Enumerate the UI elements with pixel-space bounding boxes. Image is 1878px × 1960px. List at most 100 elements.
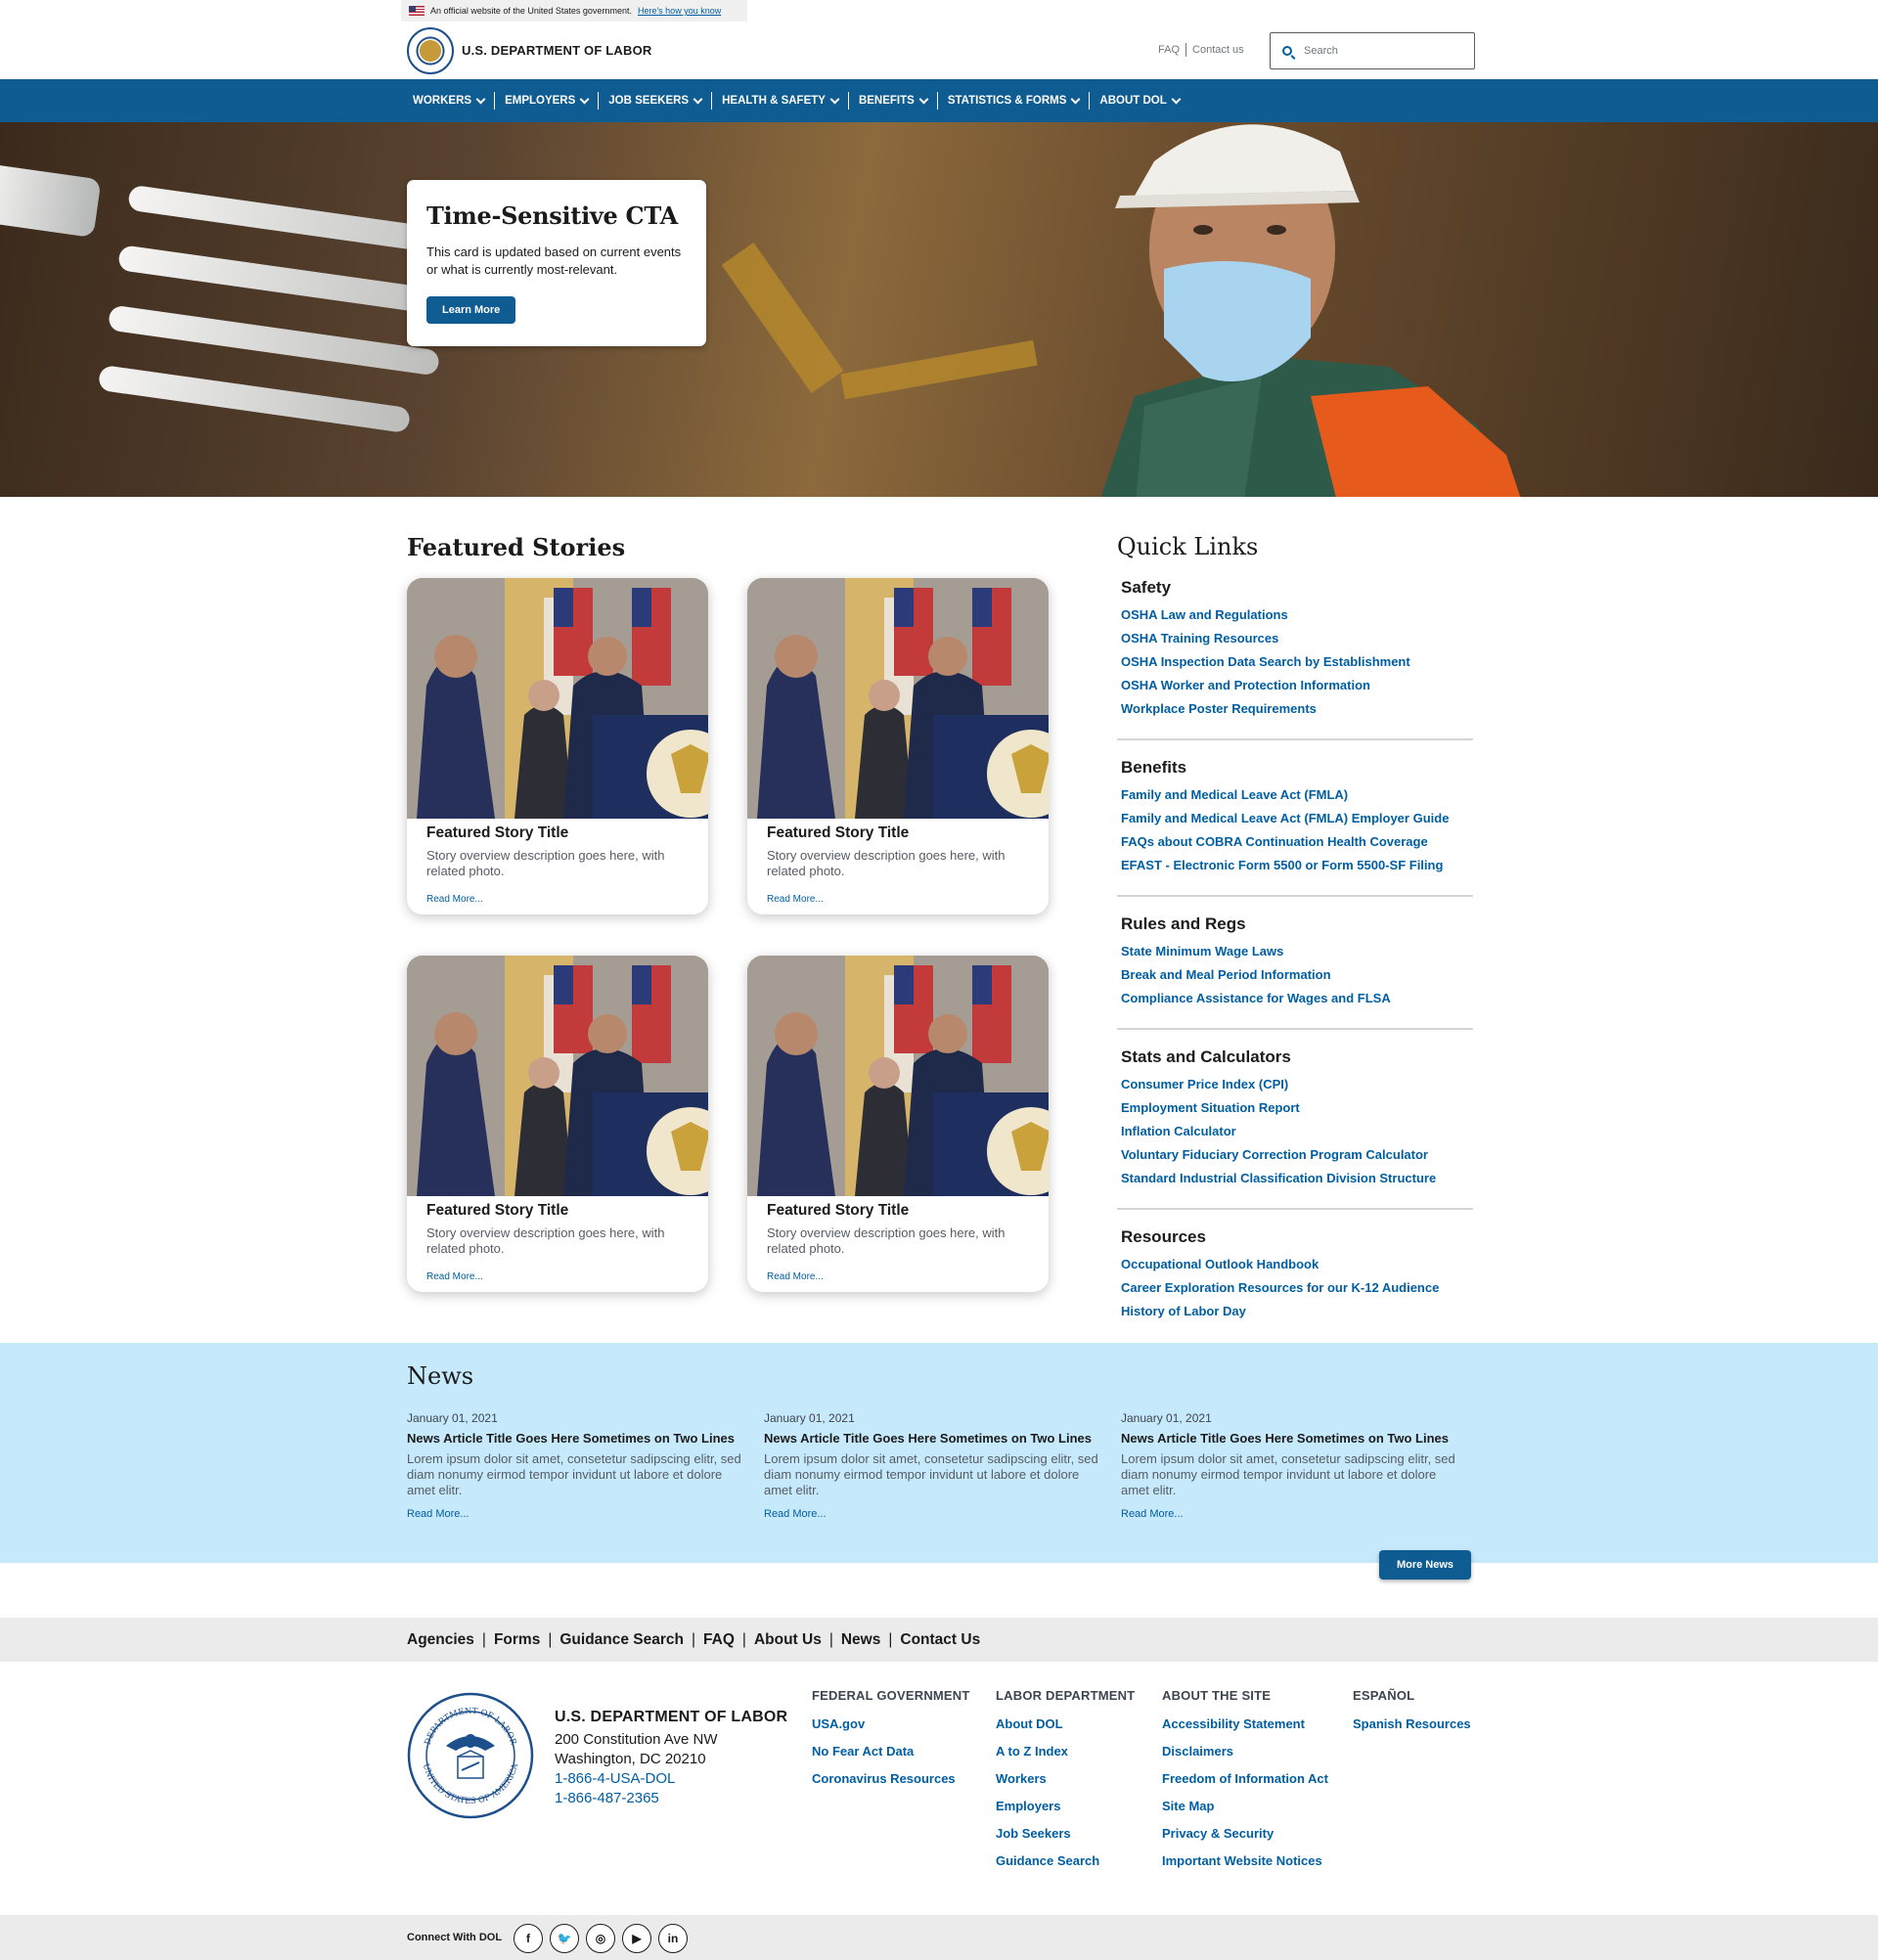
dol-logo-seal[interactable] bbox=[407, 27, 454, 74]
quick-link[interactable]: History of Labor Day bbox=[1121, 1300, 1469, 1323]
footer-bar-link-about-us[interactable]: About Us bbox=[748, 1631, 827, 1649]
quick-link[interactable]: Career Exploration Resources for our K-1… bbox=[1121, 1276, 1469, 1300]
story-title: Featured Story Title bbox=[426, 824, 569, 841]
story-title: Featured Story Title bbox=[767, 824, 910, 841]
instagram-icon[interactable]: ◎ bbox=[586, 1924, 615, 1953]
search-icon[interactable] bbox=[1282, 46, 1292, 56]
footer-link[interactable]: Important Website Notices bbox=[1162, 1848, 1328, 1875]
footer-bar-link-faq[interactable]: FAQ bbox=[697, 1631, 740, 1649]
quick-links-section-title: Stats and Calculators bbox=[1121, 1047, 1291, 1066]
news-title[interactable]: News Article Title Goes Here Sometimes o… bbox=[764, 1431, 1106, 1447]
quick-link[interactable]: Break and Meal Period Information bbox=[1121, 963, 1469, 987]
read-more-link[interactable]: Read More... bbox=[767, 894, 824, 905]
news-item: January 01, 2021 News Article Title Goes … bbox=[1121, 1411, 1463, 1522]
quick-link[interactable]: Standard Industrial Classification Divis… bbox=[1121, 1167, 1469, 1190]
quick-link[interactable]: Employment Situation Report bbox=[1121, 1096, 1469, 1120]
news-date: January 01, 2021 bbox=[407, 1411, 498, 1425]
footer-bar-link-contact-us[interactable]: Contact Us bbox=[894, 1631, 986, 1649]
search-input[interactable]: Search bbox=[1270, 32, 1475, 69]
quick-link[interactable]: Family and Medical Leave Act (FMLA) Empl… bbox=[1121, 807, 1469, 830]
faq-link[interactable]: FAQ bbox=[1158, 44, 1180, 57]
story-photo bbox=[407, 956, 708, 1196]
quick-link[interactable]: OSHA Training Resources bbox=[1121, 627, 1469, 650]
site-brand[interactable]: U.S. DEPARTMENT OF LABOR bbox=[462, 43, 652, 58]
quick-link[interactable]: OSHA Law and Regulations bbox=[1121, 603, 1469, 627]
footer-link[interactable]: Disclaimers bbox=[1162, 1738, 1328, 1765]
nav-item-employers[interactable]: EMPLOYERS bbox=[495, 92, 600, 110]
featured-story-card[interactable]: Featured Story Title Story overview descr… bbox=[747, 578, 1049, 914]
quick-links-section-stats-and-calculators: Stats and Calculators Consumer Price Inde… bbox=[1117, 1047, 1473, 1210]
featured-stories-heading: Featured Stories bbox=[407, 533, 626, 561]
quick-link[interactable]: Workplace Poster Requirements bbox=[1121, 697, 1469, 721]
quick-link[interactable]: Family and Medical Leave Act (FMLA) bbox=[1121, 783, 1469, 807]
read-more-link[interactable]: Read More... bbox=[767, 1271, 824, 1282]
chevron-down-icon bbox=[475, 94, 486, 104]
story-description: Story overview description goes here, wi… bbox=[767, 1225, 1006, 1256]
featured-story-card[interactable]: Featured Story Title Story overview descr… bbox=[747, 956, 1049, 1292]
heres-how-you-know-link[interactable]: Here's how you know bbox=[638, 6, 721, 16]
quick-link[interactable]: EFAST - Electronic Form 5500 or Form 550… bbox=[1121, 854, 1469, 877]
read-more-link[interactable]: Read More... bbox=[426, 1271, 483, 1282]
footer-link[interactable]: Spanish Resources bbox=[1353, 1711, 1471, 1738]
featured-story-card[interactable]: Featured Story Title Story overview descr… bbox=[407, 578, 708, 914]
quick-link[interactable]: Voluntary Fiduciary Correction Program C… bbox=[1121, 1143, 1469, 1167]
separator: | bbox=[741, 1631, 746, 1648]
featured-story-card[interactable]: Featured Story Title Story overview descr… bbox=[407, 956, 708, 1292]
phone-link-2[interactable]: 1-866-487-2365 bbox=[555, 1789, 787, 1808]
quick-link[interactable]: Compliance Assistance for Wages and FLSA bbox=[1121, 987, 1469, 1010]
footer-link[interactable]: Freedom of Information Act bbox=[1162, 1765, 1328, 1793]
footer-bar-link-news[interactable]: News bbox=[835, 1631, 887, 1649]
footer-link[interactable]: Coronavirus Resources bbox=[812, 1765, 970, 1793]
news-title[interactable]: News Article Title Goes Here Sometimes o… bbox=[407, 1431, 749, 1447]
footer-link[interactable]: A to Z Index bbox=[996, 1738, 1135, 1765]
facebook-icon[interactable]: f bbox=[514, 1924, 543, 1953]
footer-link[interactable]: Job Seekers bbox=[996, 1820, 1135, 1848]
footer-bar-link-guidance-search[interactable]: Guidance Search bbox=[554, 1631, 690, 1649]
read-more-link[interactable]: Read More... bbox=[764, 1508, 827, 1520]
footer-link[interactable]: Privacy & Security bbox=[1162, 1820, 1328, 1848]
footer-link[interactable]: Employers bbox=[996, 1793, 1135, 1820]
quick-links-section-title: Rules and Regs bbox=[1121, 914, 1246, 933]
linkedin-icon[interactable]: in bbox=[658, 1924, 688, 1953]
footer-link[interactable]: No Fear Act Data bbox=[812, 1738, 970, 1765]
nav-item-statistics-forms[interactable]: STATISTICS & FORMS bbox=[938, 92, 1091, 110]
nav-item-health-safety[interactable]: HEALTH & SAFETY bbox=[712, 92, 849, 110]
news-heading: News bbox=[407, 1362, 474, 1390]
twitter-icon[interactable]: 🐦 bbox=[550, 1924, 579, 1953]
quick-link[interactable]: Consumer Price Index (CPI) bbox=[1121, 1073, 1469, 1096]
eagle-emblem-icon bbox=[420, 40, 441, 62]
nav-item-benefits[interactable]: BENEFITS bbox=[849, 92, 938, 110]
read-more-link[interactable]: Read More... bbox=[1121, 1508, 1184, 1520]
separator: | bbox=[828, 1631, 833, 1648]
footer-link[interactable]: About DOL bbox=[996, 1711, 1135, 1738]
footer-bar-link-forms[interactable]: Forms bbox=[488, 1631, 546, 1649]
quick-link[interactable]: FAQs about COBRA Continuation Health Cov… bbox=[1121, 830, 1469, 854]
footer-bar-link-agencies[interactable]: Agencies bbox=[407, 1631, 480, 1649]
nav-item-about-dol[interactable]: ABOUT DOL bbox=[1090, 92, 1188, 110]
footer-link[interactable]: Workers bbox=[996, 1765, 1135, 1793]
quick-links-section-rules-and-regs: Rules and Regs State Minimum Wage Laws Bre… bbox=[1117, 914, 1473, 1030]
hero-banner bbox=[0, 122, 1878, 497]
contact-us-link[interactable]: Contact us bbox=[1192, 44, 1244, 57]
footer-link[interactable]: Guidance Search bbox=[996, 1848, 1135, 1875]
learn-more-button[interactable]: Learn More bbox=[426, 296, 516, 324]
read-more-link[interactable]: Read More... bbox=[407, 1508, 470, 1520]
news-title[interactable]: News Article Title Goes Here Sometimes o… bbox=[1121, 1431, 1463, 1447]
quick-link[interactable]: State Minimum Wage Laws bbox=[1121, 940, 1469, 963]
footer-link[interactable]: USA.gov bbox=[812, 1711, 970, 1738]
steel-beam bbox=[840, 339, 1038, 400]
footer-link[interactable]: Site Map bbox=[1162, 1793, 1328, 1820]
news-date: January 01, 2021 bbox=[764, 1411, 855, 1425]
quick-link[interactable]: OSHA Worker and Protection Information bbox=[1121, 674, 1469, 697]
nav-item-job-seekers[interactable]: JOB SEEKERS bbox=[599, 92, 713, 110]
read-more-link[interactable]: Read More... bbox=[426, 894, 483, 905]
phone-link-1[interactable]: 1-866-4-USA-DOL bbox=[555, 1769, 787, 1789]
more-news-button[interactable]: More News bbox=[1379, 1550, 1471, 1580]
chevron-down-icon bbox=[1171, 94, 1182, 104]
footer-link[interactable]: Accessibility Statement bbox=[1162, 1711, 1328, 1738]
quick-link[interactable]: Inflation Calculator bbox=[1121, 1120, 1469, 1143]
youtube-icon[interactable]: ▶ bbox=[622, 1924, 651, 1953]
quick-link[interactable]: OSHA Inspection Data Search by Establish… bbox=[1121, 650, 1469, 674]
quick-link[interactable]: Occupational Outlook Handbook bbox=[1121, 1253, 1469, 1276]
nav-item-workers[interactable]: WORKERS bbox=[403, 92, 496, 110]
